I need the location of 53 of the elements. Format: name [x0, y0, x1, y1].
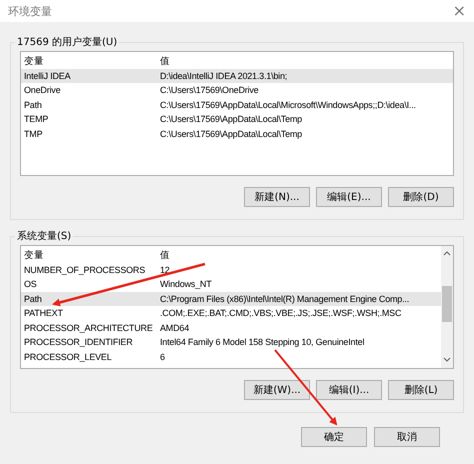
- variable-row[interactable]: PROCESSOR_IDENTIFIER Intel64 Family 6 Model 158 Stepping 10, GenuineIntel: [21, 335, 441, 350]
- dialog-button[interactable]: 编辑(I)...: [316, 380, 382, 400]
- variable-row[interactable]: PROCESSOR_LEVEL 6: [21, 350, 441, 364]
- table-cell: D:\idea\IntelliJ IDEA 2021.3.1\bin;: [160, 70, 288, 81]
- group-label: 17569 的用户变量(U): [15, 35, 120, 49]
- table-cell: C:\Users\17569\AppData\Local\Microsoft\WindowsApps;;D:\idea\I...: [160, 100, 416, 110]
- group-label: 系统变量(S): [15, 229, 74, 243]
- variable-row[interactable]: Path C:\Users\17569\AppData\Local\Microsoft\WindowsApps;;D:\idea\I...: [21, 98, 453, 112]
- table-cell-text: PATHEXT: [24, 308, 64, 318]
- dialog-button[interactable]: 删除(D): [388, 187, 454, 207]
- variable-row[interactable]: TMP C:\Users\17569\AppData\Local\Temp: [21, 126, 453, 141]
- column-header[interactable]: 变量: [24, 54, 160, 68]
- cancel-button[interactable]: 取消: [374, 427, 440, 447]
- table-cell: 6: [160, 352, 165, 362]
- table-cell-text: Path: [24, 294, 43, 304]
- table-cell-text: PROCESSOR_IDENTIFIER: [24, 337, 134, 348]
- variable-row[interactable]: OS Windows_NT: [21, 277, 441, 292]
- table-cell: C:\Users\17569\AppData\Local\Temp: [160, 114, 302, 124]
- close-button[interactable]: ×: [452, 3, 466, 19]
- dialog-button[interactable]: 新建(N)...: [244, 187, 310, 207]
- variable-row[interactable]: TEMP C:\Users\17569\AppData\Local\Temp: [21, 112, 453, 126]
- table-cell-text: TMP: [24, 128, 44, 139]
- table-cell: C:\Program Files (x86)\Intel\Intel(R) Management Engine Comp...: [160, 294, 410, 304]
- dialog-button[interactable]: 删除(L): [388, 380, 454, 400]
- table-cell: Windows_NT: [160, 279, 212, 290]
- table-cell: C:\Users\17569\OneDrive: [160, 85, 258, 96]
- table-cell-text: IntelliJ IDEA: [24, 70, 72, 81]
- table-cell-text: OS: [24, 279, 38, 290]
- variable-row[interactable]: Path C:\Program Files (x86)\Intel\Intel(R) Management Engine Comp...: [21, 292, 441, 306]
- table-cell-text: PROCESSOR_ARCHITECTURE: [24, 322, 154, 333]
- variable-row[interactable]: PATHEXT .COM;.EXE;.BAT;.CMD;.VBS;.VBE;.JS;.JSE;.WSF;.WSH;.MSC: [21, 306, 441, 320]
- ok-button[interactable]: 确定: [301, 427, 367, 447]
- dialog-button[interactable]: 新建(W)...: [244, 380, 310, 400]
- table-cell: .COM;.EXE;.BAT;.CMD;.VBS;.VBE;.JS;.JSE;.WSF;.WSH;.MSC: [160, 308, 402, 318]
- column-header[interactable]: 值: [160, 54, 170, 68]
- table-cell: AMD64: [160, 322, 190, 333]
- column-header[interactable]: 值: [160, 248, 170, 262]
- dialog-button[interactable]: 编辑(E)...: [316, 187, 382, 207]
- window-title: 环境变量: [8, 4, 52, 18]
- table-cell-text: TEMP: [24, 114, 50, 124]
- table-cell-text: Path: [24, 100, 43, 110]
- table-cell-text: OneDrive: [24, 85, 62, 96]
- table-cell: Intel64 Family 6 Model 158 Stepping 10, GenuineIntel: [160, 337, 364, 348]
- table-cell: 12: [160, 264, 170, 275]
- column-header[interactable]: 变量: [24, 248, 160, 262]
- table-cell: C:\Users\17569\AppData\Local\Temp: [160, 128, 302, 139]
- variable-row[interactable]: NUMBER_OF_PROCESSORS 12: [21, 262, 441, 277]
- table-cell-text: PROCESSOR_LEVEL: [24, 352, 113, 362]
- variable-row[interactable]: PROCESSOR_ARCHITECTURE AMD64: [21, 320, 441, 335]
- table-cell-text: NUMBER_OF_PROCESSORS: [24, 264, 146, 275]
- scrollbar[interactable]: [441, 246, 453, 368]
- variable-row[interactable]: IntelliJ IDEA D:\idea\IntelliJ IDEA 2021.3.1\bin;: [21, 68, 453, 83]
- variable-row[interactable]: OneDrive C:\Users\17569\OneDrive: [21, 83, 453, 98]
